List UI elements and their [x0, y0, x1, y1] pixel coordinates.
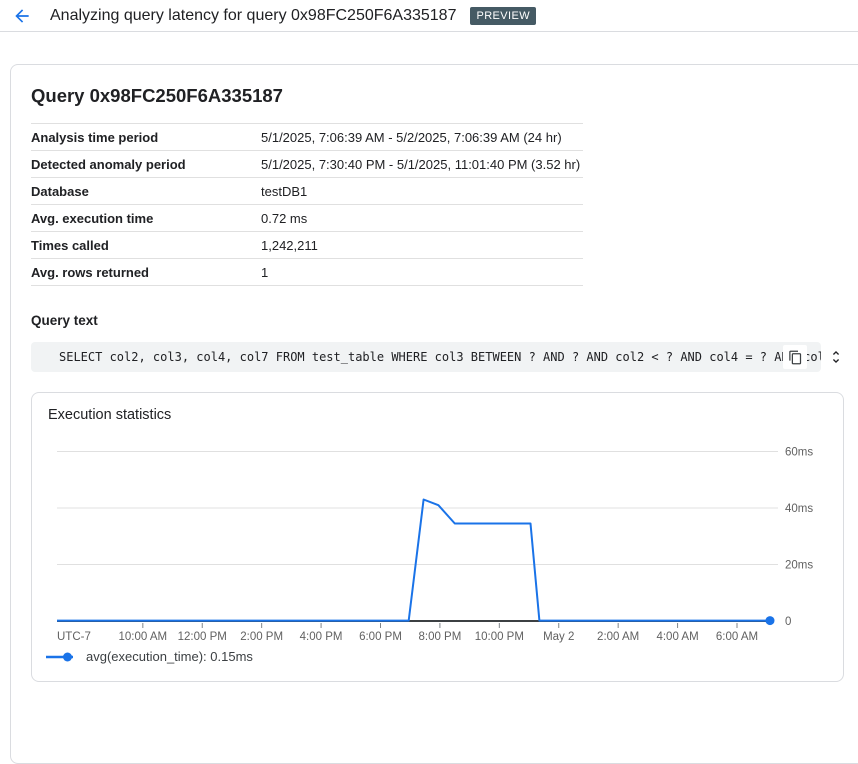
- legend-label: avg(execution_time): 0.15ms: [86, 649, 253, 664]
- expand-query-button[interactable]: [828, 346, 844, 368]
- x-axis-label: 6:00 PM: [359, 631, 402, 643]
- legend-marker-icon: [46, 651, 76, 663]
- arrow-back-icon: [12, 6, 32, 26]
- table-row: Avg. execution time 0.72 ms: [31, 205, 583, 232]
- table-row: Analysis time period 5/1/2025, 7:06:39 A…: [31, 124, 583, 151]
- x-axis-timezone-label: UTC-7: [57, 631, 91, 643]
- x-axis-label: 6:00 AM: [716, 631, 758, 643]
- query-text-bar: SELECT col2, col3, col4, col7 FROM test_…: [31, 342, 821, 372]
- detail-value: 1: [261, 265, 268, 280]
- x-axis-label: 10:00 AM: [119, 631, 168, 643]
- execution-statistics-card: Execution statistics 020ms40ms60ms10:00 …: [31, 392, 844, 682]
- y-axis-label: 40ms: [785, 503, 813, 515]
- x-axis-label: 2:00 AM: [597, 631, 639, 643]
- detail-value: 1,242,211: [261, 238, 318, 253]
- unfold-more-icon: [828, 349, 844, 365]
- y-axis-label: 60ms: [785, 447, 813, 459]
- query-text-heading: Query text: [31, 313, 858, 328]
- copy-button[interactable]: [783, 345, 807, 369]
- query-card-title: Query 0x98FC250F6A335187: [31, 85, 858, 107]
- execution-chart: 0 20ms 40ms 60ms 10:00 AM 12:00 PM 2:00 PM 4:00…: [32, 393, 843, 681]
- preview-badge: PREVIEW: [470, 7, 536, 25]
- series-line: [57, 500, 770, 621]
- x-axis-label: 10:00 PM: [475, 631, 524, 643]
- query-details-table: Analysis time period 5/1/2025, 7:06:39 A…: [31, 123, 583, 286]
- table-row: Times called 1,242,211: [31, 232, 583, 259]
- detail-label: Avg. execution time: [31, 211, 261, 226]
- detail-label: Avg. rows returned: [31, 265, 261, 280]
- detail-label: Detected anomaly period: [31, 157, 261, 172]
- detail-label: Analysis time period: [31, 130, 261, 145]
- back-button[interactable]: [10, 4, 34, 28]
- query-text-row: SELECT col2, col3, col4, col7 FROM test_…: [31, 342, 844, 372]
- x-axis-label: 12:00 PM: [178, 631, 227, 643]
- detail-label: Database: [31, 184, 261, 199]
- table-row: Detected anomaly period 5/1/2025, 7:30:4…: [31, 151, 583, 178]
- detail-value: 5/1/2025, 7:06:39 AM - 5/2/2025, 7:06:39…: [261, 130, 562, 145]
- detail-label: Times called: [31, 238, 261, 253]
- query-text: SELECT col2, col3, col4, col7 FROM test_…: [59, 350, 821, 364]
- x-axis-label: 8:00 PM: [418, 631, 461, 643]
- legend-item[interactable]: avg(execution_time): 0.15ms: [46, 649, 253, 664]
- table-row: Avg. rows returned 1: [31, 259, 583, 286]
- content-copy-icon: [788, 350, 803, 365]
- query-analysis-card: Query 0x98FC250F6A335187 Analysis time p…: [10, 64, 858, 764]
- app-bar: Analyzing query latency for query 0x98FC…: [0, 0, 858, 32]
- detail-value: 5/1/2025, 7:30:40 PM - 5/1/2025, 11:01:4…: [261, 157, 580, 172]
- x-axis-label: 2:00 PM: [240, 631, 283, 643]
- series-end-marker: [766, 616, 775, 625]
- x-axis-label: 4:00 AM: [656, 631, 698, 643]
- y-axis-label: 20ms: [785, 560, 813, 572]
- x-axis-label: May 2: [543, 631, 574, 643]
- y-axis-label: 0: [785, 616, 791, 628]
- detail-value: testDB1: [261, 184, 307, 199]
- table-row: Database testDB1: [31, 178, 583, 205]
- x-axis-label: 4:00 PM: [300, 631, 343, 643]
- detail-value: 0.72 ms: [261, 211, 307, 226]
- page-title: Analyzing query latency for query 0x98FC…: [50, 7, 456, 25]
